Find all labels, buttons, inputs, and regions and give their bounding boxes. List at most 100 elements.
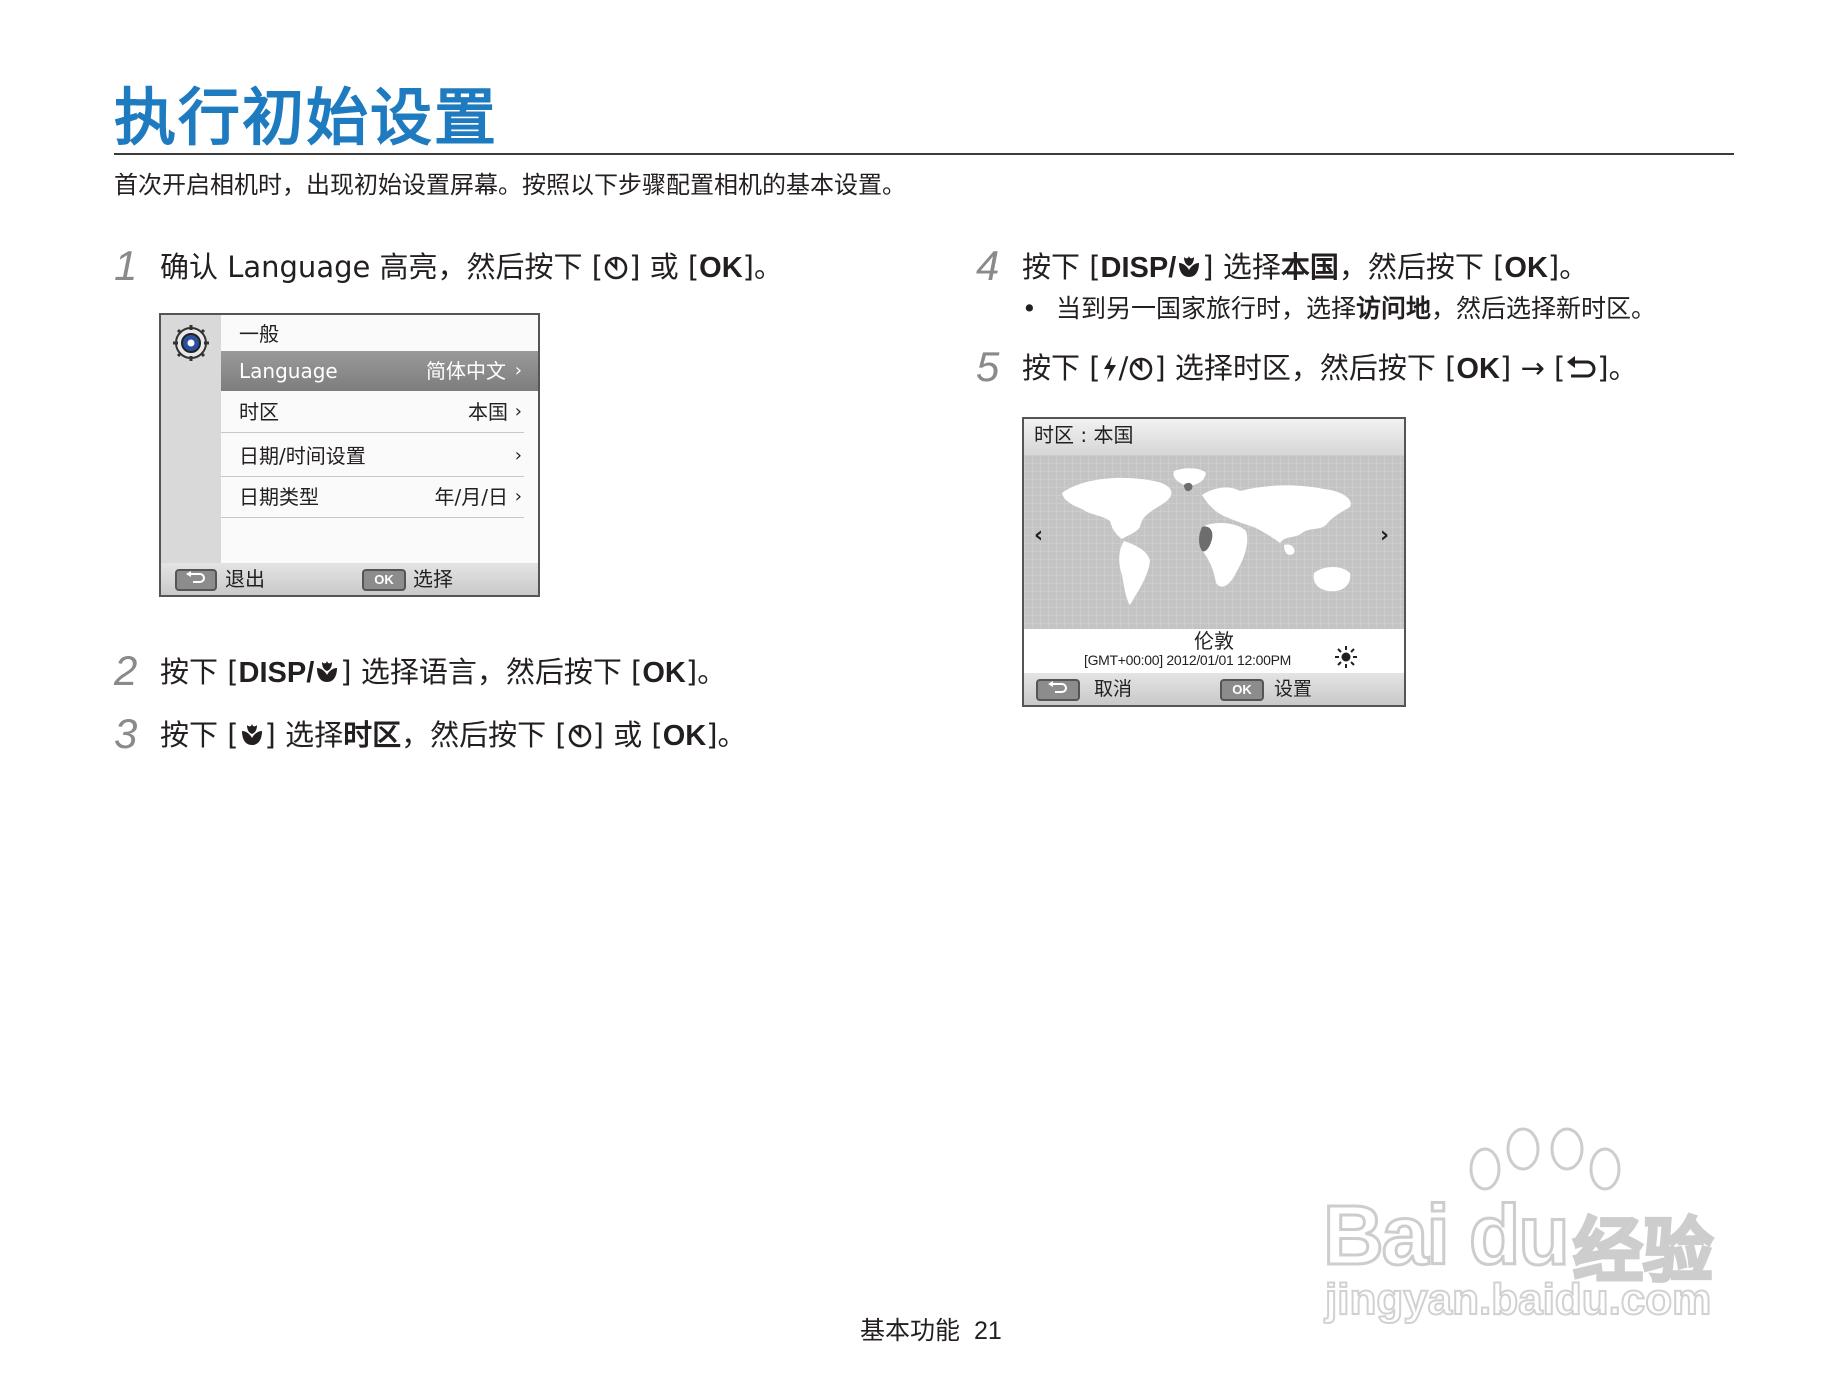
step-text: 按下 [ (160, 718, 239, 752)
menu-list: 一般 Language 简体中文 › 时区 本国 › 日期/时间设置 › 日期类… (221, 315, 538, 565)
set-label: 设置 (1274, 678, 1313, 700)
ok-key: OK (662, 720, 707, 752)
settings-menu-screen: 一般 Language 简体中文 › 时区 本国 › 日期/时间设置 › 日期类… (159, 313, 540, 597)
ok-key: OK (642, 657, 686, 689)
timer-icon (604, 256, 628, 280)
step-text: ]。 (742, 250, 783, 284)
timezone-info: 伦敦 [GMT+00:00] 2012/01/01 12:00PM (1024, 629, 1404, 673)
step-number: 1 (114, 242, 138, 289)
menu-header: 一般 (239, 322, 279, 346)
step-text: ，然后按下 [ (401, 718, 567, 752)
menu-item-label: 日期类型 (239, 485, 319, 509)
menu-item-datetime[interactable]: 日期/时间设置 › (221, 436, 524, 477)
watermark-brand: Bai du (1322, 1187, 1572, 1284)
step-number: 3 (114, 710, 138, 757)
step-text: ]。 (706, 718, 747, 752)
menu-item-label: 日期/时间设置 (239, 444, 366, 468)
timezone-header: 时区 : 本国 (1024, 419, 1404, 455)
timezone-screen: 时区 : 本国 ‹ › 伦敦 [GMT+00:00] 2012/01/01 12… (1022, 417, 1406, 707)
menu-item-label: 时区 (239, 400, 279, 424)
timer-icon (1130, 357, 1153, 381)
disp-key: DISP/ (1100, 252, 1177, 284)
timezone-footer: 取消 OK 设置 (1024, 673, 1404, 705)
step-text: ，然后按下 [ (1338, 250, 1505, 284)
back-key-icon[interactable] (1036, 679, 1080, 701)
timezone-header-label: 时区 : 本国 (1034, 423, 1134, 447)
disp-key: DISP/ (238, 657, 315, 689)
step-keyword: 本国 (1280, 250, 1339, 284)
ok-key-icon[interactable]: OK (1220, 679, 1264, 701)
back-label: 退出 (225, 567, 265, 591)
step-text: ] 或 [ (592, 718, 663, 752)
macro-icon (1179, 256, 1200, 277)
menu-sidebar (161, 315, 221, 565)
step-text: 确认 Language 高亮，然后按下 [ (160, 250, 604, 284)
bullet-keyword: 访问地 (1356, 294, 1432, 323)
step-text: 按下 [ (1022, 250, 1101, 284)
back-arrow-icon (1048, 681, 1067, 693)
step-number: 5 (976, 343, 1000, 390)
chevron-right-icon: › (514, 401, 522, 422)
ok-key: OK (1456, 353, 1500, 385)
bullet-text: ，然后选择新时区。 (1431, 294, 1657, 323)
menu-item-value: 简体中文 (426, 359, 506, 383)
chevron-right-icon: › (514, 445, 522, 466)
back-arrow-icon (1567, 356, 1596, 378)
menu-item-label: Language (239, 359, 338, 383)
step-text: ]。 (685, 655, 727, 689)
menu-item-value: 本国 (468, 400, 508, 424)
gear-icon (173, 325, 209, 361)
previous-zone-arrow[interactable]: ‹ (1034, 523, 1043, 548)
step-1: 1 确认 Language 高亮，然后按下 [ ] 或 [OK]。 (114, 242, 783, 289)
step-text: 按下 [ (1022, 351, 1101, 385)
step-text: ] 或 [ (629, 250, 700, 284)
menu-footer: 退出 OK 选择 (161, 563, 538, 595)
section-name: 基本功能 (860, 1316, 961, 1345)
page-title: 执行初始设置 (114, 81, 499, 154)
next-zone-arrow[interactable]: › (1380, 523, 1389, 548)
chevron-right-icon: › (514, 360, 522, 381)
step-5: 5 按下 [ / ] 选择时区，然后按下 [OK] → [ ]。 (976, 343, 1638, 390)
page-footer: 基本功能 21 (860, 1315, 1002, 1347)
cancel-label: 取消 (1094, 678, 1133, 700)
bullet-dot: • (1022, 294, 1037, 323)
sun-icon (1335, 646, 1357, 668)
bullet-text: 当到另一国家旅行时，选择 (1056, 294, 1357, 323)
step-text: 按下 [ (160, 655, 239, 689)
menu-item-timezone[interactable]: 时区 本国 › (221, 392, 524, 433)
step-text: ]。 (1547, 250, 1589, 284)
step-text: ] 选择 (1202, 250, 1281, 284)
timer-icon (568, 724, 591, 748)
step-text: / (1118, 351, 1129, 385)
chevron-right-icon: › (514, 486, 522, 507)
step-text: ] 选择语言，然后按下 [ (340, 655, 643, 689)
title-divider (114, 153, 1734, 155)
step-2: 2 按下 [DISP/ ] 选择语言，然后按下 [OK]。 (114, 647, 727, 694)
step-text: ] 选择时区，然后按下 [ (1154, 351, 1457, 385)
macro-icon (241, 724, 262, 745)
menu-item-value: 年/月/日 (434, 485, 508, 509)
gmt-datetime: [GMT+00:00] 2012/01/01 12:00PM (1084, 652, 1291, 668)
step-3: 3 按下 [] 选择时区，然后按下 [] 或 [OK]。 (114, 710, 747, 757)
step-4: 4 按下 [DISP/ ] 选择本国，然后按下 [OK]。 (976, 242, 1589, 289)
ok-key: OK (1504, 252, 1548, 284)
baidu-watermark: Bai du 经验 jingyan.baidu.com (1305, 1125, 1765, 1335)
page-number: 21 (974, 1317, 1002, 1345)
menu-item-language[interactable]: Language 简体中文 › (221, 351, 538, 391)
step-text: ]。 (1597, 351, 1638, 385)
intro-text: 首次开启相机时，出现初始设置屏幕。按照以下步骤配置相机的基本设置。 (114, 171, 906, 199)
world-map (1024, 455, 1404, 629)
menu-item-date-type[interactable]: 日期类型 年/月/日 › (221, 477, 524, 518)
back-key-icon[interactable] (175, 569, 217, 591)
ok-key-icon[interactable]: OK (362, 569, 406, 591)
watermark-url: jingyan.baidu.com (1324, 1274, 1712, 1325)
step-text: ] 选择 (264, 718, 344, 752)
back-arrow-icon (186, 571, 205, 583)
step-number: 2 (114, 647, 138, 694)
ok-label: 选择 (413, 567, 453, 591)
step-number: 4 (976, 242, 1000, 289)
ok-key: OK (699, 252, 743, 284)
step-text: ] → [ (1499, 351, 1566, 385)
flash-icon (1103, 356, 1116, 380)
step-4-bullet: • 当到另一国家旅行时，选择访问地，然后选择新时区。 (1022, 292, 1656, 326)
